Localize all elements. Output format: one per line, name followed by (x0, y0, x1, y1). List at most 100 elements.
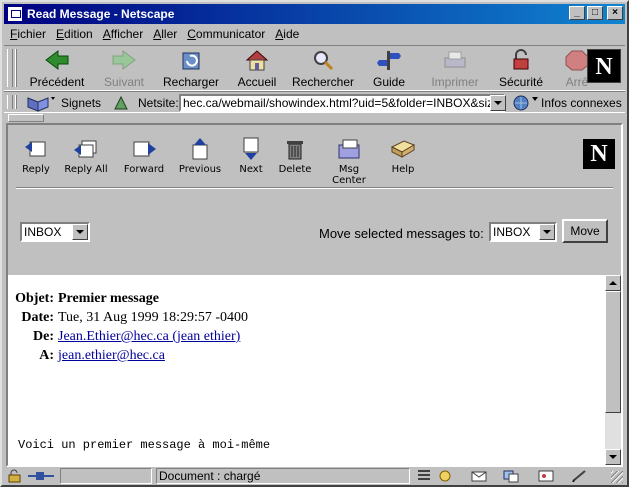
help-button[interactable]: Help (388, 137, 418, 175)
subject-row: Objet: Premier message (8, 291, 598, 309)
menu-aide[interactable]: Aide (275, 27, 299, 41)
maximize-button[interactable]: □ (587, 6, 603, 20)
msg-center-icon (336, 137, 362, 161)
netsite-label: Netsite: (138, 96, 179, 110)
move-label: Move selected messages to: (319, 226, 484, 241)
netscape-logo[interactable]: N (587, 49, 621, 83)
progress-cell (60, 468, 152, 484)
message-pane: Objet: Premier message Date: Tue, 31 Aug… (8, 275, 605, 465)
move-button[interactable]: Move (562, 219, 608, 243)
menu-communicator[interactable]: Communicator (187, 27, 265, 41)
to-row: A: jean.ethier@hec.ca (8, 348, 598, 366)
title-bar[interactable]: Read Message - Netscape _ □ × (4, 4, 625, 24)
back-arrow-icon (44, 49, 70, 71)
forward-button[interactable]: Suivant (96, 49, 152, 89)
subject-value: Premier message (58, 291, 159, 306)
reload-icon (178, 49, 204, 71)
page-content: Reply Reply All Forward Previous Next De… (6, 123, 623, 467)
help-icon (390, 137, 416, 161)
message-window-icon (7, 6, 23, 22)
related-links-label[interactable]: Infos connexes (541, 96, 622, 110)
date-key: Date: (21, 310, 54, 325)
forward-icon (131, 137, 157, 161)
print-icon (442, 49, 468, 71)
search-button[interactable]: Rechercher (290, 49, 356, 89)
date-row: Date: Tue, 31 Aug 1999 18:29:57 -0400 (8, 310, 598, 328)
address-book-icon[interactable] (537, 469, 555, 483)
browser-window: Read Message - Netscape _ □ × Fichier Ed… (0, 0, 629, 487)
toolbar-grip[interactable] (7, 49, 13, 87)
forward-message-button[interactable]: Forward (122, 137, 166, 175)
lock-icon (508, 49, 534, 71)
location-toolbar: Signets Netsite: hec.ca/webmail/showinde… (4, 91, 625, 113)
page-proxy-icon[interactable] (112, 95, 130, 111)
menu-edition[interactable]: Edition (56, 27, 93, 41)
bookmarks-label[interactable]: Signets (61, 96, 101, 110)
webmail-toolbar: Reply Reply All Forward Previous Next De… (8, 125, 621, 275)
delete-button[interactable]: Delete (278, 137, 312, 175)
reply-button[interactable]: Reply (18, 137, 54, 175)
back-button[interactable]: Précédent (24, 49, 90, 89)
move-target-select[interactable]: INBOX (489, 222, 557, 242)
mail-icon[interactable] (470, 469, 488, 483)
netscape-logo-small[interactable]: N (583, 139, 615, 169)
menu-fichier[interactable]: Fichier (10, 27, 46, 41)
reload-button[interactable]: Recharger (160, 49, 222, 89)
vertical-scrollbar[interactable] (605, 275, 621, 465)
menu-aller[interactable]: Aller (153, 27, 177, 41)
print-button[interactable]: Imprimer (430, 49, 480, 89)
minimize-button[interactable]: _ (569, 6, 585, 20)
guide-icon (376, 49, 402, 71)
scroll-up-button[interactable] (605, 275, 621, 291)
next-message-button[interactable]: Next (236, 137, 266, 175)
from-key: De: (33, 329, 54, 344)
newsgroups-icon[interactable] (502, 469, 520, 483)
component-bar-icon[interactable] (416, 469, 432, 483)
divider (16, 187, 613, 189)
folder-select[interactable]: INBOX (20, 222, 90, 242)
menu-bar: Fichier Edition Afficher Aller Communica… (4, 24, 625, 44)
reply-all-button[interactable]: Reply All (62, 137, 110, 175)
composer-icon[interactable] (570, 469, 588, 483)
collapsed-toolbar-bar (4, 113, 625, 123)
bookmarks-icon[interactable] (26, 94, 56, 112)
from-link[interactable]: Jean.Ethier@hec.ca (jean ethier) (58, 329, 240, 345)
navigation-toolbar: Précédent Suivant Recharger Accueil Rech… (4, 45, 625, 91)
home-icon (244, 49, 270, 71)
collapsed-toolbar-tab[interactable] (8, 114, 44, 122)
date-value: Tue, 31 Aug 1999 18:29:57 -0400 (58, 310, 249, 325)
url-input[interactable]: hec.ca/webmail/showindex.html?uid=5&fold… (179, 94, 505, 112)
security-status-icon[interactable] (6, 469, 24, 483)
menu-afficher[interactable]: Afficher (103, 27, 143, 41)
scroll-down-button[interactable] (605, 449, 621, 465)
chevron-down-icon[interactable] (72, 224, 88, 240)
message-body: Voici un premier message à moi-même (18, 438, 271, 452)
to-key: A: (39, 348, 54, 363)
home-button[interactable]: Accueil (232, 49, 282, 89)
status-bar: Document : chargé (4, 467, 625, 485)
reply-icon (23, 137, 49, 161)
navigator-icon[interactable] (436, 469, 454, 483)
resize-grip[interactable] (611, 471, 623, 483)
guide-button[interactable]: Guide (368, 49, 410, 89)
msg-center-button[interactable]: Msg Center (322, 137, 376, 186)
related-links-icon[interactable] (511, 94, 539, 112)
previous-message-button[interactable]: Previous (178, 137, 222, 175)
forward-arrow-icon (111, 49, 137, 71)
next-icon (238, 137, 264, 161)
search-icon (310, 49, 336, 71)
security-button[interactable]: Sécurité (498, 49, 544, 89)
from-row: De: Jean.Ethier@hec.ca (jean ethier) (8, 329, 598, 347)
close-button[interactable]: × (607, 6, 623, 20)
chevron-down-icon[interactable] (539, 224, 555, 240)
reply-all-icon (73, 137, 99, 161)
delete-icon (282, 137, 308, 161)
to-link[interactable]: jean.ethier@hec.ca (58, 348, 165, 364)
scroll-thumb[interactable] (605, 291, 621, 413)
subject-key: Objet: (15, 291, 54, 306)
online-status-icon[interactable] (26, 469, 56, 483)
toolbar-grip[interactable] (7, 95, 13, 109)
previous-icon (187, 137, 213, 161)
url-history-dropdown[interactable] (490, 95, 506, 111)
window-title: Read Message - Netscape (27, 7, 175, 21)
